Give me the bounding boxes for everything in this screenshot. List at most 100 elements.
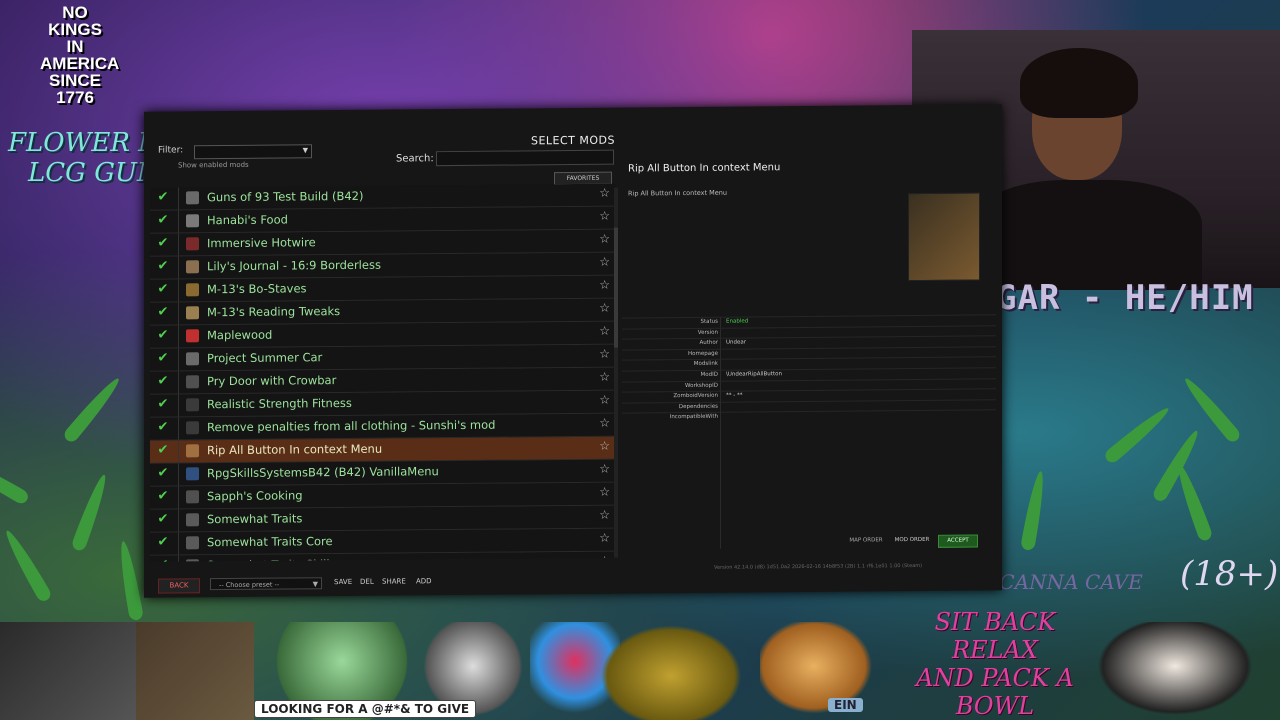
row-divider [178, 371, 179, 394]
favorite-star-icon[interactable]: ☆ [599, 531, 610, 545]
show-enabled-toggle[interactable]: Show enabled mods [178, 161, 249, 170]
favorite-star-icon[interactable]: ☆ [599, 324, 610, 338]
scrollbar-thumb[interactable] [614, 227, 618, 348]
meta-key: Modslink [693, 361, 718, 368]
mod-icon [186, 329, 199, 343]
mod-poster-image [908, 192, 980, 282]
favorite-star-icon[interactable]: ☆ [599, 508, 610, 522]
favorite-star-icon[interactable]: ☆ [599, 485, 610, 499]
row-divider [178, 302, 179, 325]
meta-value: ** - ** [726, 392, 743, 399]
meta-key: Homepage [688, 350, 718, 357]
search-label: Search: [396, 153, 434, 165]
mod-name: RpgSkillsSystemsB42 (B42) VanillaMenu [207, 464, 439, 481]
webcam-hair [1020, 48, 1138, 118]
row-divider [178, 394, 179, 417]
favorite-star-icon[interactable]: ☆ [599, 370, 610, 384]
enabled-checkbox[interactable]: ✔ [156, 420, 170, 435]
enabled-checkbox[interactable]: ✔ [156, 282, 170, 297]
favorite-star-icon[interactable]: ☆ [599, 186, 610, 200]
enabled-checkbox[interactable]: ✔ [156, 351, 170, 366]
cannabis-leaf-icon [0, 527, 54, 604]
back-button[interactable]: BACK [158, 578, 200, 594]
favorite-star-icon[interactable]: ☆ [599, 554, 610, 562]
enabled-checkbox[interactable]: ✔ [156, 328, 170, 343]
favorite-star-icon[interactable]: ☆ [599, 393, 610, 407]
save-button[interactable]: SAVE [334, 578, 352, 586]
filter-label: Filter: [158, 145, 184, 156]
delete-button[interactable]: DEL [360, 578, 374, 586]
enabled-checkbox[interactable]: ✔ [156, 512, 170, 527]
mod-detail-panel: Rip All Button In context Menu Rip All B… [622, 142, 996, 550]
map-order-button[interactable]: MAP ORDER [846, 535, 886, 546]
emote-tile [136, 622, 254, 720]
emote-tile [0, 622, 136, 720]
row-divider [178, 210, 179, 233]
mod-name: Somewhat Traits Core [207, 534, 333, 550]
meta-key: Status [700, 318, 718, 325]
mod-icon [186, 214, 199, 228]
enabled-checkbox[interactable]: ✔ [156, 305, 170, 320]
mod-icon [186, 283, 199, 297]
favorite-star-icon[interactable]: ☆ [599, 462, 610, 476]
favorite-star-icon[interactable]: ☆ [599, 347, 610, 361]
favorite-star-icon[interactable]: ☆ [599, 301, 610, 315]
cannabis-leaf-icon [1020, 469, 1048, 552]
enabled-checkbox[interactable]: ✔ [156, 535, 170, 550]
enabled-checkbox[interactable]: ✔ [156, 443, 170, 458]
meta-key: ZomboidVersion [673, 392, 718, 400]
mod-icon [186, 237, 199, 251]
mod-icon [186, 513, 199, 527]
detail-title: Rip All Button In context Menu [628, 162, 781, 175]
meta-key: Version [697, 329, 718, 336]
favorite-star-icon[interactable]: ☆ [599, 439, 610, 453]
accept-button[interactable]: ACCEPT [938, 534, 978, 548]
meta-key: ModID [700, 371, 718, 378]
share-button[interactable]: SHARE [382, 577, 406, 585]
preset-value: -- Choose preset -- [219, 580, 280, 590]
favorite-star-icon[interactable]: ☆ [599, 416, 610, 430]
mod-icon [186, 421, 199, 435]
favorite-star-icon[interactable]: ☆ [599, 278, 610, 292]
emote-strip [0, 622, 1280, 720]
favorite-star-icon[interactable]: ☆ [599, 255, 610, 269]
enabled-checkbox[interactable]: ✔ [156, 190, 170, 205]
bottom-bar: BACK -- Choose preset -- ▼ SAVE DEL SHAR… [158, 572, 618, 596]
mod-list[interactable]: ✔ Guns of 93 Test Build (B42) ☆ ✔ Hanabi's F… [150, 183, 616, 562]
detail-footer: MAP ORDER MOD ORDER ACCEPT [622, 534, 996, 551]
enabled-checkbox[interactable]: ✔ [156, 397, 170, 412]
cannabis-leaf-icon [1102, 403, 1173, 466]
row-divider [178, 555, 179, 562]
meta-key: WorkshopID [685, 382, 718, 389]
detail-description: Rip All Button In context Menu [628, 188, 727, 198]
favorite-star-icon[interactable]: ☆ [599, 232, 610, 246]
mod-order-button[interactable]: MOD ORDER [892, 535, 932, 546]
age-badge: (18+) [1180, 554, 1279, 594]
enabled-checkbox[interactable]: ✔ [156, 259, 170, 274]
add-button[interactable]: ADD [416, 577, 432, 585]
search-input[interactable] [436, 149, 614, 167]
enabled-checkbox[interactable]: ✔ [156, 236, 170, 251]
version-line: Version 42.14.0 (d8) 1d51.0a2 2026-02-16… [714, 562, 923, 571]
row-divider [178, 233, 179, 256]
mod-name: M-13's Reading Tweaks [207, 304, 341, 320]
mod-name: Remove penalties from all clothing - Sun… [207, 417, 496, 435]
preset-dropdown[interactable]: -- Choose preset -- ▼ [210, 577, 322, 591]
enabled-checkbox[interactable]: ✔ [156, 489, 170, 504]
enabled-checkbox[interactable]: ✔ [156, 374, 170, 389]
enabled-checkbox[interactable]: ✔ [156, 466, 170, 481]
filter-dropdown[interactable]: ▼ [194, 144, 312, 160]
mod-icon [186, 444, 199, 458]
cannabis-leaf-icon [1173, 462, 1214, 543]
mod-name: Somewhat Traits Skills [207, 557, 336, 562]
favorite-star-icon[interactable]: ☆ [599, 209, 610, 223]
no-kings-line: SINCE [49, 71, 101, 90]
chevron-down-icon: ▼ [312, 580, 318, 589]
enabled-checkbox[interactable]: ✔ [156, 213, 170, 228]
mod-list-scrollbar[interactable] [614, 187, 618, 558]
enabled-checkbox[interactable]: ✔ [156, 558, 170, 562]
cannabis-leaf-icon [70, 472, 111, 553]
mod-name: Realistic Strength Fitness [207, 395, 352, 412]
mod-meta-table: Status Enabled Version Author Undear Homepage… [622, 314, 996, 549]
mod-icon [186, 352, 199, 366]
